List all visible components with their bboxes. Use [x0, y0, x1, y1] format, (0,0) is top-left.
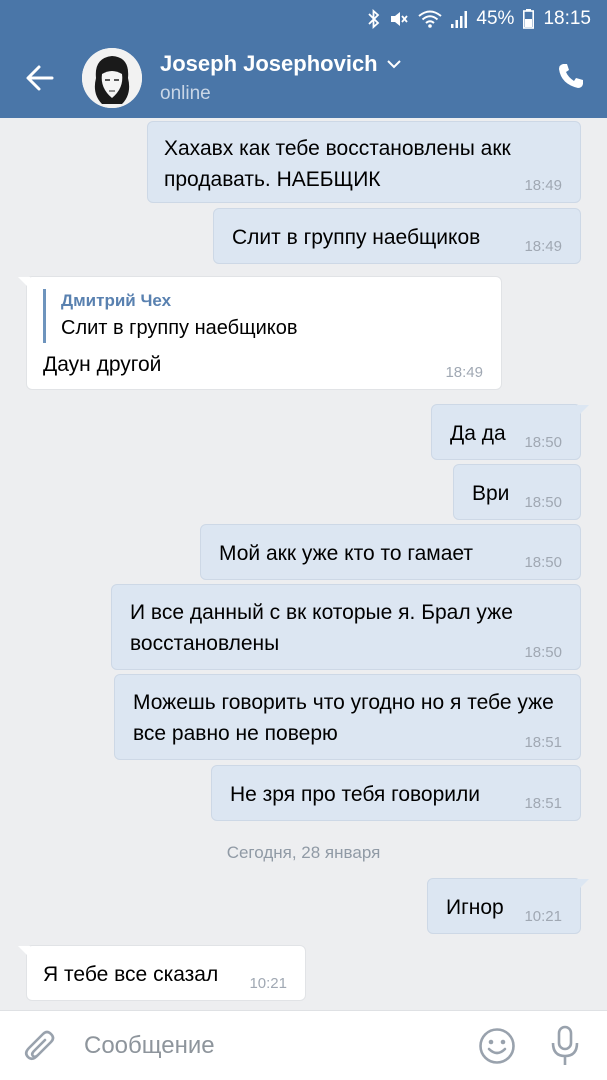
message-text: И все данный с вк которые я. Брал уже во… — [130, 601, 513, 655]
back-arrow-icon[interactable] — [22, 60, 58, 96]
status-bar: 45% 18:15 — [0, 0, 607, 38]
message-time: 18:49 — [445, 364, 483, 381]
mute-icon — [391, 12, 409, 26]
message-time: 18:50 — [524, 554, 562, 571]
contact-name: Joseph Josephovich — [160, 51, 378, 76]
bubble-tail — [18, 277, 30, 289]
emoji-icon[interactable] — [478, 1027, 516, 1065]
message-time: 18:49 — [524, 177, 562, 194]
message-incoming[interactable]: Я тебе все сказал 10:21 — [18, 945, 306, 1001]
chevron-down-icon — [386, 60, 401, 69]
clock: 18:15 — [543, 8, 591, 29]
message-input-bar — [0, 1010, 607, 1080]
message-time: 18:50 — [524, 434, 562, 451]
message-outgoing[interactable]: Можешь говорить что угодно но я тебе уже… — [114, 674, 581, 760]
date-separator: Сегодня, 28 января — [226, 843, 381, 862]
battery-percent: 45% — [476, 8, 515, 29]
message-text: Хахавх как тебе восстановлены акк продав… — [164, 137, 511, 191]
message-outgoing[interactable]: Мой акк уже кто то гамает 18:50 — [200, 524, 581, 580]
message-time: 18:51 — [524, 734, 562, 751]
reply-author: Дмитрий Чех — [61, 291, 172, 310]
message-outgoing[interactable]: Да да 18:50 — [431, 404, 589, 460]
avatar-image — [82, 48, 142, 108]
online-status: online — [160, 83, 211, 104]
message-outgoing[interactable]: Игнор 10:21 — [427, 878, 589, 934]
message-outgoing[interactable]: Ври 18:50 — [453, 464, 581, 520]
message-time: 18:49 — [524, 238, 562, 255]
message-text: Даун другой — [43, 353, 162, 376]
message-outgoing[interactable]: Не зря про тебя говорили 18:51 — [211, 765, 581, 821]
message-input[interactable] — [84, 1025, 464, 1067]
phone-icon[interactable] — [557, 62, 585, 90]
chat-title[interactable]: Joseph Josephovich — [160, 50, 402, 78]
battery-icon — [523, 9, 535, 29]
paperclip-icon[interactable] — [24, 1029, 58, 1065]
message-outgoing[interactable]: И все данный с вк которые я. Брал уже во… — [111, 584, 581, 670]
message-time: 18:50 — [524, 494, 562, 511]
message-outgoing[interactable]: Слит в группу наебщиков 18:49 — [213, 208, 581, 264]
bluetooth-icon — [368, 9, 380, 29]
chat-header: Joseph Josephovich online — [0, 38, 607, 118]
microphone-icon[interactable] — [551, 1025, 579, 1067]
bubble-tail — [18, 946, 30, 958]
message-time: 18:50 — [524, 644, 562, 661]
wifi-icon — [418, 10, 443, 28]
message-text: Можешь говорить что угодно но я тебе уже… — [133, 691, 554, 745]
message-outgoing[interactable]: Хахавх как тебе восстановлены акк продав… — [147, 121, 581, 203]
message-time: 10:21 — [249, 975, 287, 992]
message-list[interactable]: Хахавх как тебе восстановлены акк продав… — [0, 118, 607, 1010]
message-time: 18:51 — [524, 795, 562, 812]
reply-text: Слит в группу наебщиков — [61, 317, 298, 339]
message-text: Мой акк уже кто то гамает — [219, 542, 473, 565]
avatar[interactable] — [82, 48, 142, 108]
reply-quote[interactable]: Дмитрий Чех Слит в группу наебщиков — [43, 289, 485, 343]
bubble-tail — [577, 405, 589, 417]
message-time: 10:21 — [524, 908, 562, 925]
bubble-tail — [577, 879, 589, 891]
message-text: Не зря про тебя говорили — [230, 783, 480, 806]
message-text: Слит в группу наебщиков — [232, 226, 481, 249]
message-incoming[interactable]: Дмитрий Чех Слит в группу наебщиков Даун… — [18, 276, 502, 390]
signal-icon — [451, 10, 468, 28]
